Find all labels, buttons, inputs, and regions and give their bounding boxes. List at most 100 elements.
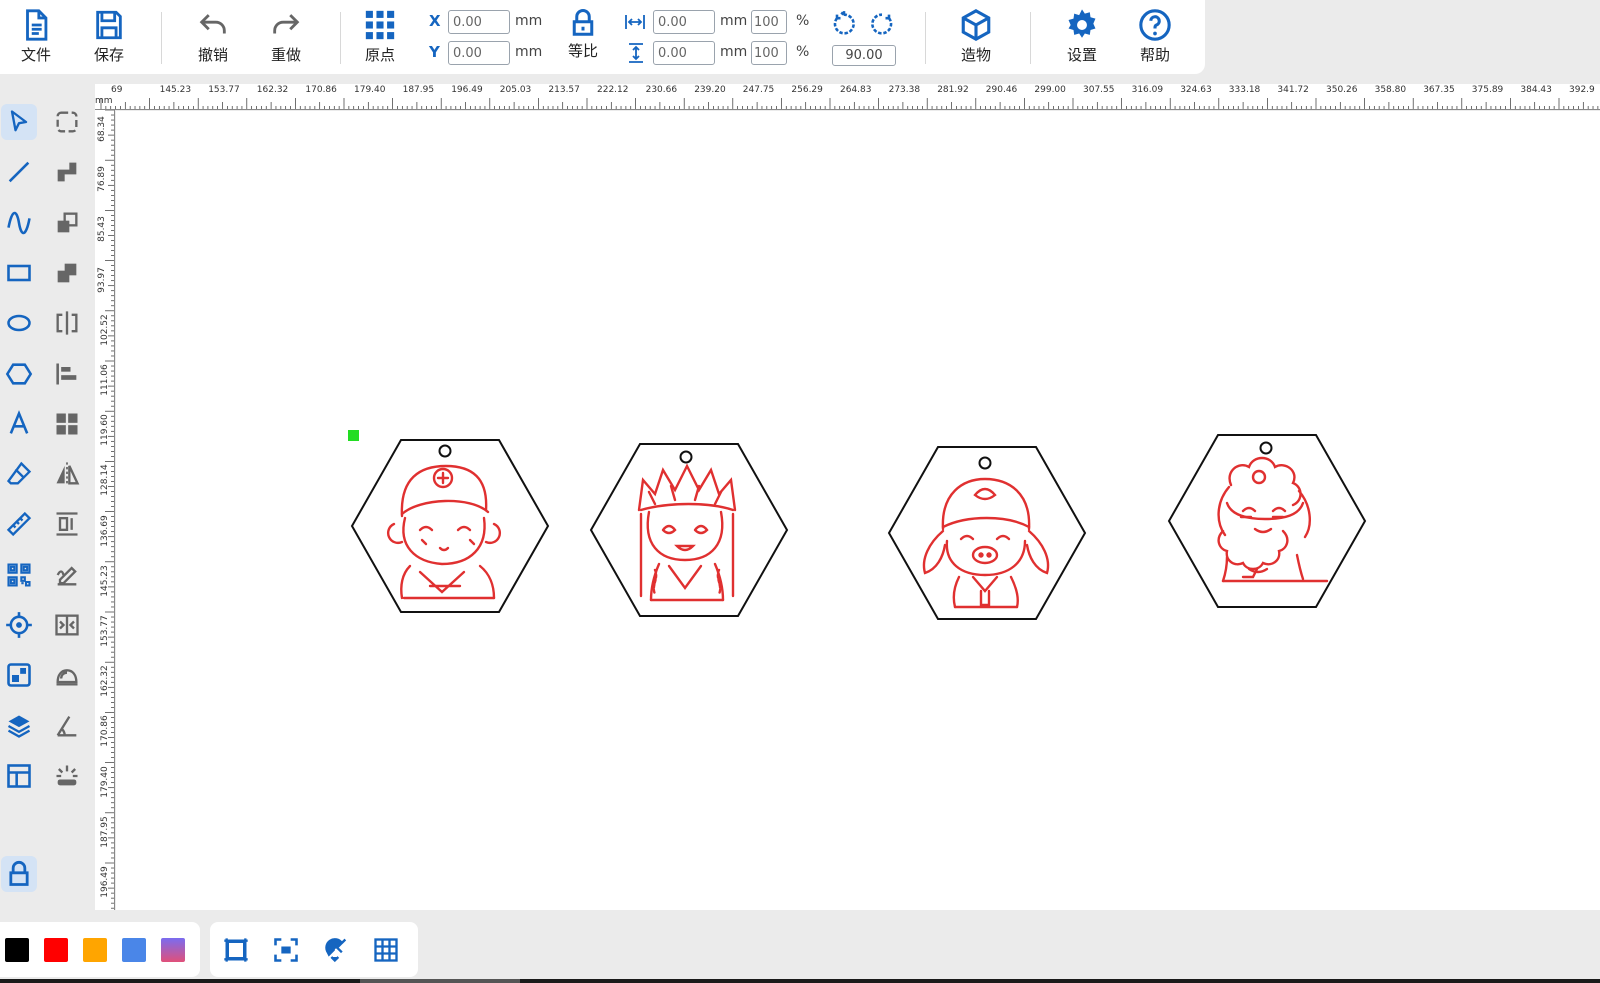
ruler-horizontal[interactable]: 69 145.23 153.77 162.32 170.86 179.40 187.95 19… xyxy=(95,84,1600,110)
y-input[interactable] xyxy=(448,41,510,65)
lock-tool[interactable] xyxy=(1,856,37,892)
eraser-icon xyxy=(6,461,32,485)
ruler-label: 162.32 xyxy=(99,665,110,697)
color-swatch[interactable] xyxy=(83,938,107,962)
mirror-tool[interactable] xyxy=(49,305,85,341)
ruler-label: 170.86 xyxy=(99,715,110,748)
ruler-label: 93.97 xyxy=(96,266,107,293)
ruler-label: 187.95 xyxy=(402,85,435,95)
height-input[interactable] xyxy=(653,41,715,65)
ruler-label: 333.18 xyxy=(1228,85,1261,95)
position-tool[interactable] xyxy=(1,607,37,643)
magnet-button[interactable] xyxy=(320,934,352,966)
ruler-label: 341.72 xyxy=(1277,85,1309,95)
qrcode-tool[interactable] xyxy=(1,557,37,593)
lock-icon xyxy=(9,860,29,886)
origin-button[interactable]: 原点 xyxy=(350,8,410,72)
build-label: 造物 xyxy=(960,46,991,64)
ruler-label: 392.9 xyxy=(1569,85,1595,95)
image-tool[interactable] xyxy=(1,657,37,693)
angle-tool[interactable] xyxy=(49,708,85,744)
lock-ratio-button[interactable]: 等比 xyxy=(553,8,613,72)
fit-selection-button[interactable] xyxy=(270,934,302,966)
grid-button[interactable] xyxy=(370,934,402,966)
save-button[interactable]: 保存 xyxy=(79,8,139,72)
origin-label: 原点 xyxy=(364,46,395,64)
boolean-subtract-tool[interactable] xyxy=(49,205,85,241)
distribute-tool[interactable] xyxy=(49,506,85,542)
selection-handle[interactable] xyxy=(348,430,359,441)
align-tool[interactable] xyxy=(49,356,85,392)
width-input[interactable] xyxy=(653,10,715,34)
build-button[interactable]: 造物 xyxy=(946,8,1006,72)
light-tool[interactable] xyxy=(49,758,85,794)
file-button[interactable]: 文件 xyxy=(6,8,66,72)
ruler-label: 247.75 xyxy=(742,85,775,95)
rotate-ccw-icon[interactable] xyxy=(830,10,858,38)
fit-frame-button[interactable] xyxy=(220,934,252,966)
offset-icon xyxy=(56,669,78,686)
height-percent-input[interactable] xyxy=(751,41,787,65)
file-icon xyxy=(26,9,48,41)
curve-icon xyxy=(7,211,31,234)
ruler-label: 179.40 xyxy=(99,765,110,798)
ruler-vertical[interactable]: 68.34 76.89 85.43 93.97 102.52 111.06 119.60 12… xyxy=(95,110,115,910)
file-label: 文件 xyxy=(20,46,51,64)
ruler-label: 222.12 xyxy=(597,85,629,95)
keychain-monk[interactable] xyxy=(589,443,789,617)
boolean-intersect-tool[interactable] xyxy=(49,255,85,291)
ruler-label: 239.20 xyxy=(694,85,726,95)
sign-icon xyxy=(56,566,77,586)
ellipse-tool[interactable] xyxy=(1,305,37,341)
rotation-input[interactable] xyxy=(832,45,896,66)
redo-icon xyxy=(273,14,300,34)
template-tool[interactable] xyxy=(1,758,37,794)
color-swatch[interactable] xyxy=(5,938,29,962)
color-swatch[interactable] xyxy=(161,938,185,962)
ruler-icon xyxy=(6,512,32,537)
undo-icon xyxy=(199,14,226,34)
measure-tool[interactable] xyxy=(1,506,37,542)
node-edit-tool[interactable] xyxy=(49,104,85,140)
sign-tool[interactable] xyxy=(49,557,85,593)
frame-icon xyxy=(224,938,248,962)
text-icon xyxy=(9,409,29,434)
text-tool[interactable] xyxy=(1,406,37,442)
color-swatch[interactable] xyxy=(122,938,146,962)
line-tool[interactable] xyxy=(1,154,37,190)
boolean-union-tool[interactable] xyxy=(49,154,85,190)
flip-tool[interactable] xyxy=(49,456,85,492)
offset-tool[interactable] xyxy=(49,657,85,693)
x-input[interactable] xyxy=(448,10,510,34)
help-button[interactable]: 帮助 xyxy=(1125,8,1185,72)
array-tool[interactable] xyxy=(49,406,85,442)
eraser-tool[interactable] xyxy=(1,456,37,492)
design-canvas[interactable] xyxy=(116,111,1600,910)
layers-tool[interactable] xyxy=(1,708,37,744)
ruler-label: 299.00 xyxy=(1034,85,1066,95)
ruler-label: 145.23 xyxy=(159,85,192,95)
cube-icon xyxy=(961,9,991,41)
width-percent-input[interactable] xyxy=(751,10,787,34)
height-icon xyxy=(629,43,643,63)
curve-tool[interactable] xyxy=(1,205,37,241)
rectangle-tool[interactable] xyxy=(1,255,37,291)
keychain-monkey[interactable] xyxy=(350,439,550,613)
settings-button[interactable]: 设置 xyxy=(1052,8,1112,72)
redo-button[interactable]: 重做 xyxy=(256,8,316,72)
image-icon xyxy=(7,663,31,688)
lock-ratio-label: 等比 xyxy=(567,42,598,60)
angle-icon xyxy=(56,715,77,737)
split-tool[interactable] xyxy=(49,607,85,643)
mirror-icon xyxy=(56,311,78,335)
undo-button[interactable]: 撤销 xyxy=(183,8,243,72)
keychain-pig[interactable] xyxy=(887,446,1087,620)
color-palette xyxy=(0,922,200,977)
help-label: 帮助 xyxy=(1139,46,1170,64)
keychain-sandy[interactable] xyxy=(1167,434,1367,608)
color-swatch[interactable] xyxy=(44,938,68,962)
polygon-tool[interactable] xyxy=(1,356,37,392)
select-tool[interactable] xyxy=(1,104,37,140)
rotate-cw-icon[interactable] xyxy=(868,10,896,38)
ruler-label: 111.06 xyxy=(99,364,110,396)
